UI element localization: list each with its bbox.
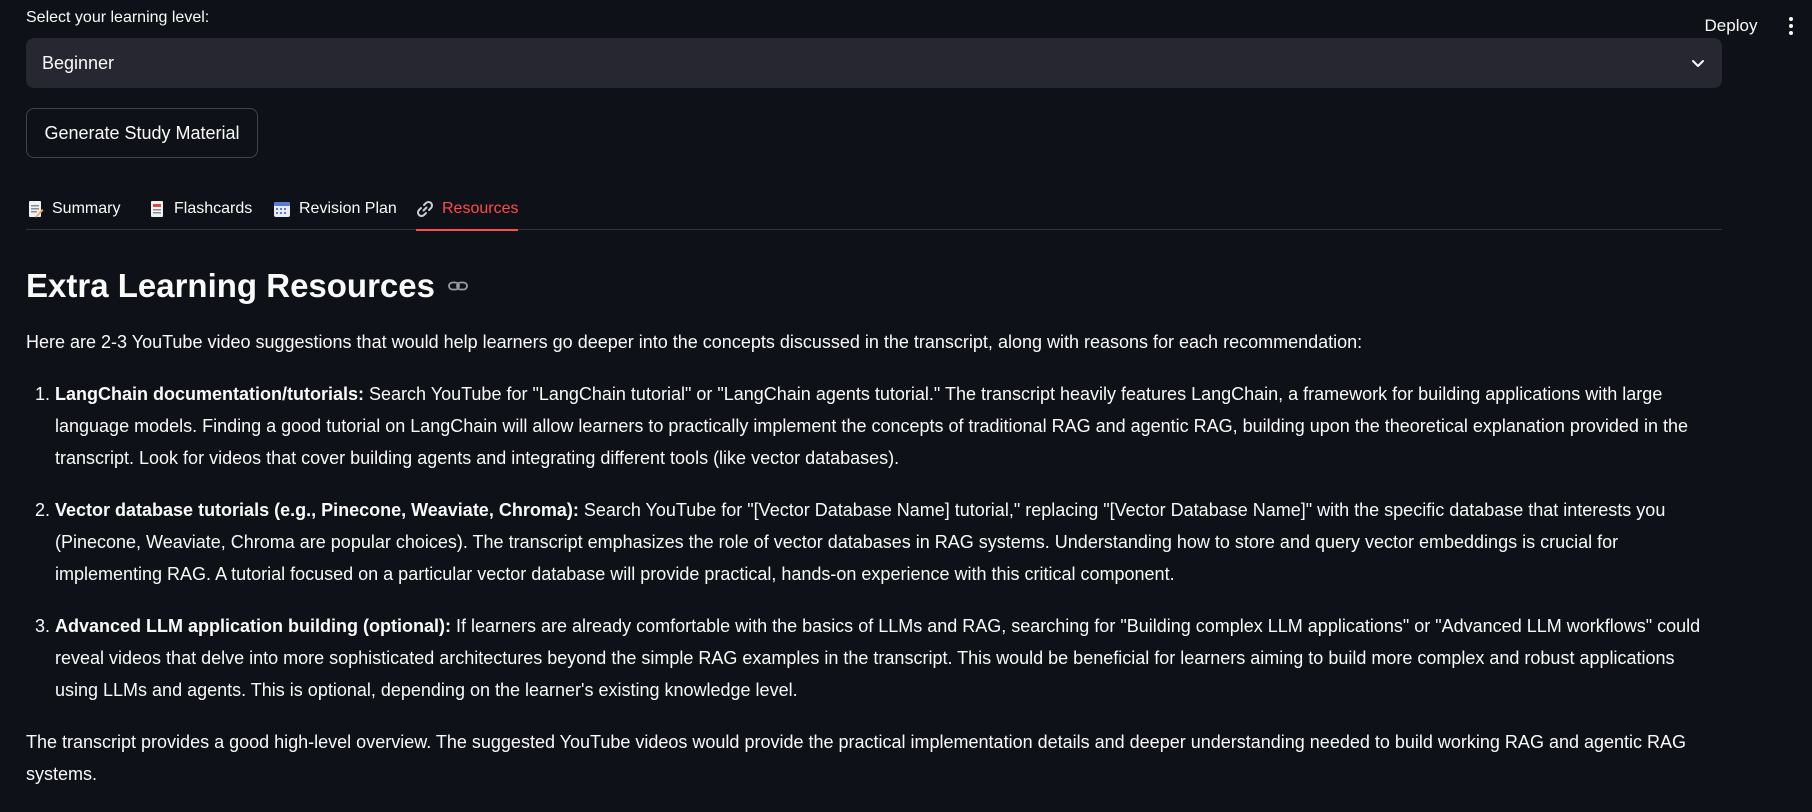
intro-paragraph: Here are 2-3 YouTube video suggestions t… <box>26 332 1363 352</box>
recommendation-title: LangChain documentation/tutorials: <box>55 384 364 404</box>
level-select-label: Select your learning level: <box>26 9 210 26</box>
tab-revision-plan-label: Revision Plan <box>299 200 397 217</box>
card-index-icon <box>148 200 166 218</box>
list-item: Vector database tutorials (e.g., Pinecon… <box>55 494 1722 590</box>
tab-flashcards-label: Flashcards <box>174 200 253 217</box>
tab-summary-label: Summary <box>52 200 121 217</box>
anchor-link-icon[interactable] <box>447 275 469 297</box>
page-title: Extra Learning Resources <box>26 266 469 306</box>
kebab-menu-icon[interactable] <box>1784 12 1798 40</box>
closing-paragraph: The transcript provides a good high-leve… <box>26 732 1687 784</box>
tab-summary[interactable]: Summary <box>26 188 120 230</box>
list-item: Advanced LLM application building (optio… <box>55 610 1722 706</box>
tab-flashcards[interactable]: Flashcards <box>148 188 252 230</box>
list-item: LangChain documentation/tutorials: Searc… <box>55 378 1722 474</box>
tab-resources[interactable]: Resources <box>416 188 519 231</box>
deploy-button[interactable]: Deploy <box>1700 14 1762 38</box>
level-select[interactable]: Beginner <box>26 38 1722 88</box>
recommendation-title: Advanced LLM application building (optio… <box>55 616 451 636</box>
tab-bar: Summary Flashcards Revision Plan Resourc… <box>26 188 1722 231</box>
calendar-icon <box>273 200 291 218</box>
tab-resources-label: Resources <box>442 200 519 217</box>
level-select-value: Beginner <box>42 52 115 73</box>
recommendation-title: Vector database tutorials (e.g., Pinecon… <box>55 500 579 520</box>
link-icon <box>416 200 434 218</box>
page-title-text: Extra Learning Resources <box>26 267 435 304</box>
tab-revision-plan[interactable]: Revision Plan <box>273 188 397 230</box>
chevron-down-icon <box>1690 55 1706 71</box>
recommendation-list: LangChain documentation/tutorials: Searc… <box>26 378 1722 726</box>
memo-icon <box>26 200 44 218</box>
generate-study-material-button[interactable]: Generate Study Material <box>26 108 258 158</box>
